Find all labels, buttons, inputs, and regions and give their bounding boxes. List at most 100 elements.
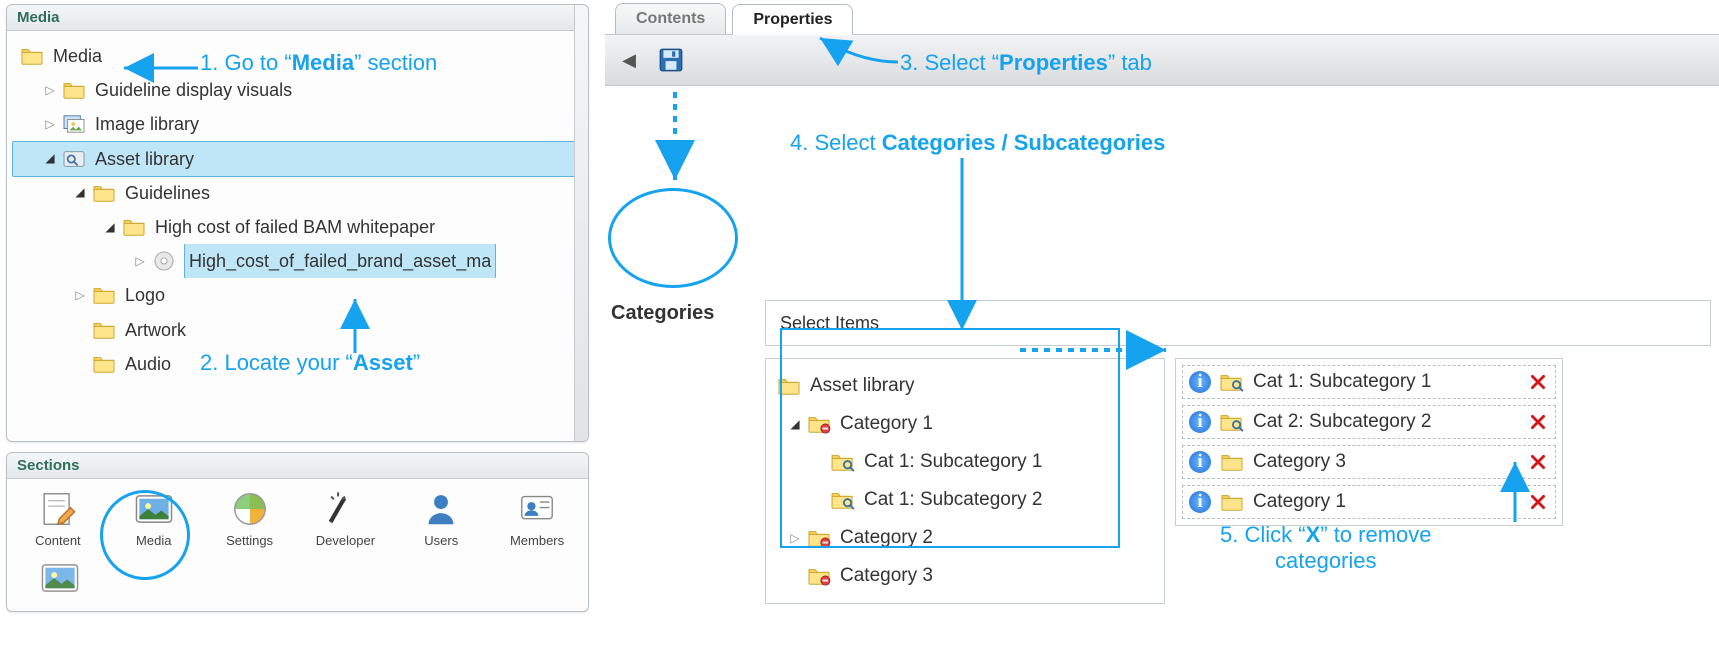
tab-properties[interactable]: Properties (732, 4, 853, 35)
cat-tree-item[interactable]: ▷ Category 2 (772, 519, 1158, 557)
selected-categories: i Cat 1: Subcategory 1 i Cat 2: Subcateg… (1175, 358, 1563, 526)
asset-library-icon (61, 147, 87, 171)
folder-search-icon (1219, 410, 1245, 434)
selected-category-item: i Category 3 (1182, 445, 1556, 479)
cat-tree-root[interactable]: Asset library (772, 367, 1158, 405)
selected-category-item: i Cat 2: Subcategory 2 (1182, 405, 1556, 439)
section-label: Settings (226, 533, 273, 548)
disc-icon (151, 249, 177, 273)
cat-label: Category 3 (840, 557, 933, 595)
tree-label: Guideline display visuals (95, 73, 292, 107)
expand-icon[interactable]: ▷ (133, 254, 147, 268)
tree-item-artwork[interactable]: Artwork (13, 313, 582, 347)
sel-label: Cat 1: Subcategory 1 (1253, 371, 1432, 393)
selected-category-item: i Cat 1: Subcategory 1 (1182, 365, 1556, 399)
expand-icon[interactable]: ▷ (43, 83, 57, 97)
collapse-icon[interactable]: ◢ (103, 220, 117, 234)
section-settings[interactable]: Settings (217, 489, 283, 548)
section-media[interactable]: Media (121, 489, 187, 548)
media-icon (40, 558, 80, 598)
cat-tree-item[interactable]: Cat 1: Subcategory 1 (772, 443, 1158, 481)
folder-icon (1219, 450, 1245, 474)
tree-item-image-library[interactable]: ▷ Image library (13, 107, 582, 141)
tree-label: High_cost_of_failed_brand_asset_ma (184, 244, 496, 278)
remove-category-button[interactable] (1527, 451, 1549, 473)
section-users[interactable]: Users (408, 489, 474, 548)
section-content[interactable]: Content (25, 489, 91, 548)
expand-icon[interactable]: ▷ (73, 288, 87, 302)
section-extra[interactable] (25, 558, 95, 602)
expand-icon[interactable]: ▷ (43, 117, 57, 131)
folder-icon (1219, 490, 1245, 514)
tree-item-audio[interactable]: Audio (13, 347, 582, 381)
spacer (73, 323, 87, 337)
info-icon[interactable]: i (1189, 491, 1211, 513)
tree-item-asset-file[interactable]: ▷ High_cost_of_failed_brand_asset_ma (13, 244, 582, 278)
cat-tree-item[interactable]: Category 3 (772, 557, 1158, 595)
tree-label: Guidelines (125, 176, 210, 210)
tree-label: Image library (95, 107, 199, 141)
media-tree: Media ▷ Guideline display visuals ▷ Imag… (7, 31, 588, 391)
tab-contents[interactable]: Contents (615, 3, 726, 34)
save-button[interactable] (657, 46, 685, 74)
expand-icon[interactable]: ▷ (788, 531, 802, 545)
collapse-icon[interactable]: ◢ (788, 417, 802, 431)
scrollbar[interactable] (574, 5, 588, 441)
info-icon[interactable]: i (1189, 451, 1211, 473)
users-icon (421, 489, 461, 529)
folder-icon (19, 44, 45, 68)
folder-icon (776, 374, 802, 398)
tree-item-asset-library[interactable]: ◢ Asset library (12, 141, 583, 177)
folder-icon (121, 215, 147, 239)
selected-category-item: i Category 1 (1182, 485, 1556, 519)
sections-list: Content Media Settings Developer Users M… (7, 479, 588, 552)
folder-search-icon (830, 450, 856, 474)
section-developer[interactable]: Developer (312, 489, 378, 548)
info-icon[interactable]: i (1189, 411, 1211, 433)
cat-label: Asset library (810, 367, 915, 405)
categories-label: Categories (611, 302, 714, 325)
sections-panel-title: Sections (7, 453, 588, 479)
spacer (73, 357, 87, 371)
cat-tree-item[interactable]: ◢ Category 1 (772, 405, 1158, 443)
sections-row-2 (7, 548, 588, 606)
media-icon (134, 489, 174, 529)
select-items-placeholder: Select Items (780, 313, 879, 334)
members-icon (517, 489, 557, 529)
settings-icon (230, 489, 270, 529)
info-icon[interactable]: i (1189, 371, 1211, 393)
tree-label: Logo (125, 278, 165, 312)
back-button[interactable]: ◀ (615, 46, 643, 74)
tree-label: Artwork (125, 313, 186, 347)
tree-label: Audio (125, 347, 171, 381)
sel-label: Category 3 (1253, 451, 1346, 473)
collapse-icon[interactable]: ◢ (73, 186, 87, 200)
tree-root-media[interactable]: Media (13, 39, 582, 73)
sel-label: Category 1 (1253, 491, 1346, 513)
section-label: Members (510, 533, 564, 548)
tree-item-bam-whitepaper[interactable]: ◢ High cost of failed BAM whitepaper (13, 210, 582, 244)
folder-minus-icon (806, 526, 832, 550)
category-tree: Asset library ◢ Category 1 Cat 1: Subcat… (765, 358, 1165, 604)
tree-item-guidelines[interactable]: ◢ Guidelines (13, 176, 582, 210)
section-members[interactable]: Members (504, 489, 570, 548)
sel-label: Cat 2: Subcategory 2 (1253, 411, 1432, 433)
remove-category-button[interactable] (1527, 411, 1549, 433)
collapse-icon[interactable]: ◢ (43, 152, 57, 166)
remove-category-button[interactable] (1527, 371, 1549, 393)
remove-category-button[interactable] (1527, 491, 1549, 513)
tab-bar: Contents Properties (605, 0, 1719, 34)
cat-label: Cat 1: Subcategory 1 (864, 443, 1043, 481)
folder-minus-icon (806, 564, 832, 588)
toolbar: ◀ (605, 34, 1719, 86)
cat-tree-item[interactable]: Cat 1: Subcategory 2 (772, 481, 1158, 519)
select-items-input[interactable]: Select Items (765, 300, 1711, 346)
folder-search-icon (1219, 370, 1245, 394)
cat-label: Cat 1: Subcategory 2 (864, 481, 1043, 519)
folder-icon (91, 283, 117, 307)
tree-item-logo[interactable]: ▷ Logo (13, 278, 582, 312)
folder-icon (61, 78, 87, 102)
tree-item-guideline-display[interactable]: ▷ Guideline display visuals (13, 73, 582, 107)
folder-minus-icon (806, 412, 832, 436)
section-label: Media (136, 533, 171, 548)
